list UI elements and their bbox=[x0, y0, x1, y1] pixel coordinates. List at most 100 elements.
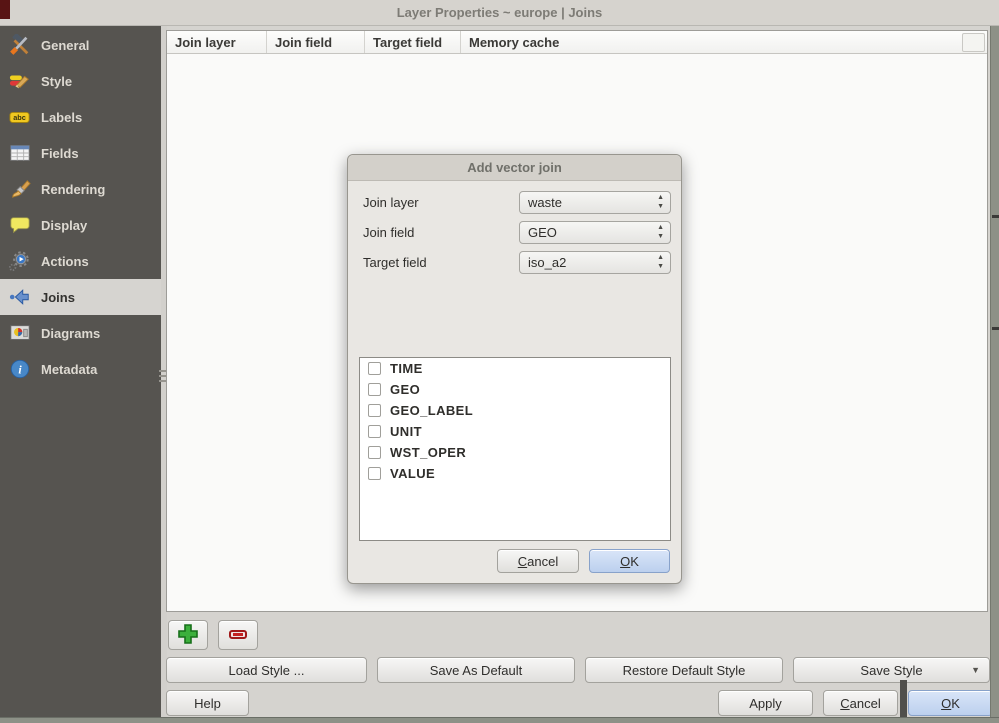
dialog-cancel-button[interactable]: Cancel bbox=[497, 549, 579, 573]
list-item-geo[interactable]: GEO bbox=[360, 379, 670, 400]
minus-icon bbox=[226, 622, 250, 649]
list-item-unit[interactable]: UNIT bbox=[360, 421, 670, 442]
spinner-arrows-icon[interactable]: ▲▼ bbox=[657, 253, 664, 271]
dialog-ok-label: OK bbox=[620, 554, 639, 569]
edge-tick bbox=[992, 215, 999, 218]
checkbox-unchecked-icon[interactable] bbox=[368, 383, 381, 396]
checkbox-unchecked-icon[interactable] bbox=[368, 404, 381, 417]
apply-button[interactable]: Apply bbox=[718, 690, 813, 716]
field-label: GEO bbox=[390, 382, 420, 397]
speech-bubble-icon bbox=[8, 213, 32, 237]
sidebar-item-label: Metadata bbox=[41, 362, 97, 377]
chevron-down-icon[interactable]: ▼ bbox=[971, 665, 980, 675]
cancel-button[interactable]: Cancel bbox=[823, 690, 898, 716]
spinner-arrows-icon[interactable]: ▲▼ bbox=[657, 223, 664, 241]
add-vector-join-dialog: Add vector join Join layer waste ▲▼ Join… bbox=[347, 154, 682, 584]
sidebar-item-label: Joins bbox=[41, 290, 75, 305]
target-field-value: iso_a2 bbox=[528, 255, 566, 270]
list-item-wst-oper[interactable]: WST_OPER bbox=[360, 442, 670, 463]
join-field-combobox[interactable]: GEO ▲▼ bbox=[519, 221, 671, 244]
save-style-label: Save Style bbox=[860, 663, 922, 678]
field-label: VALUE bbox=[390, 466, 435, 481]
edge-tick bbox=[992, 327, 999, 330]
save-as-default-button[interactable]: Save As Default bbox=[377, 657, 575, 683]
column-header-target-field[interactable]: Target field bbox=[365, 31, 461, 53]
sidebar-item-diagrams[interactable]: Diagrams bbox=[0, 315, 161, 351]
save-style-button[interactable]: Save Style ▼ bbox=[793, 657, 990, 683]
ok-button[interactable]: OK bbox=[908, 690, 993, 716]
gears-icon bbox=[8, 249, 32, 273]
svg-text:abc: abc bbox=[13, 113, 26, 122]
remove-join-button[interactable] bbox=[218, 620, 258, 650]
checkbox-unchecked-icon[interactable] bbox=[368, 425, 381, 438]
plus-icon bbox=[176, 622, 200, 649]
join-arrow-icon bbox=[8, 285, 32, 309]
restore-default-style-label: Restore Default Style bbox=[623, 663, 746, 678]
join-layer-value: waste bbox=[528, 195, 562, 210]
sidebar-item-labels[interactable]: abc Labels bbox=[0, 99, 161, 135]
spinner-arrows-icon[interactable]: ▲▼ bbox=[657, 193, 664, 211]
list-item-geo-label[interactable]: GEO_LABEL bbox=[360, 400, 670, 421]
window-titlebar[interactable]: Layer Properties ~ europe | Joins bbox=[0, 0, 999, 26]
join-field-value: GEO bbox=[528, 225, 557, 240]
joined-fields-list[interactable]: TIME GEO GEO_LABEL UNIT WST_OPER VALUE bbox=[359, 357, 671, 541]
info-icon: i bbox=[8, 357, 32, 381]
screen-corner-artifact bbox=[0, 0, 10, 19]
sidebar-item-label: Labels bbox=[41, 110, 82, 125]
abc-label-icon: abc bbox=[8, 105, 32, 129]
layer-properties-window: Layer Properties ~ europe | Joins Genera… bbox=[0, 0, 999, 723]
field-label: WST_OPER bbox=[390, 445, 466, 460]
sidebar-item-label: Style bbox=[41, 74, 72, 89]
column-header-memory-cache[interactable]: Memory cache bbox=[461, 31, 987, 53]
load-style-label: Load Style ... bbox=[229, 663, 305, 678]
sidebar-item-label: Diagrams bbox=[41, 326, 100, 341]
list-item-time[interactable]: TIME bbox=[360, 358, 670, 379]
column-header-join-layer[interactable]: Join layer bbox=[167, 31, 267, 53]
restore-default-style-button[interactable]: Restore Default Style bbox=[585, 657, 783, 683]
dialog-titlebar[interactable]: Add vector join bbox=[348, 155, 681, 181]
join-field-label: Join field bbox=[363, 221, 414, 244]
sidebar-item-rendering[interactable]: Rendering bbox=[0, 171, 161, 207]
cancel-label: Cancel bbox=[840, 696, 880, 711]
target-field-label: Target field bbox=[363, 251, 427, 274]
list-item-value[interactable]: VALUE bbox=[360, 463, 670, 484]
sidebar-item-metadata[interactable]: i Metadata bbox=[0, 351, 161, 387]
sidebar-item-label: Fields bbox=[41, 146, 79, 161]
sidebar-item-actions[interactable]: Actions bbox=[0, 243, 161, 279]
dialog-ok-button[interactable]: OK bbox=[589, 549, 670, 573]
sidebar-item-label: Display bbox=[41, 218, 87, 233]
checkbox-unchecked-icon[interactable] bbox=[368, 446, 381, 459]
ok-label: OK bbox=[941, 696, 960, 711]
save-as-default-label: Save As Default bbox=[430, 663, 523, 678]
load-style-button[interactable]: Load Style ... bbox=[166, 657, 367, 683]
sidebar-item-general[interactable]: General bbox=[0, 27, 161, 63]
screen-right-edge bbox=[990, 26, 999, 723]
sidebar-item-fields[interactable]: Fields bbox=[0, 135, 161, 171]
field-label: UNIT bbox=[390, 424, 422, 439]
sidebar-item-style[interactable]: Style bbox=[0, 63, 161, 99]
sidebar-item-label: General bbox=[41, 38, 89, 53]
checkbox-unchecked-icon[interactable] bbox=[368, 467, 381, 480]
help-button[interactable]: Help bbox=[166, 690, 249, 716]
field-label: TIME bbox=[390, 361, 423, 376]
window-title: Layer Properties ~ europe | Joins bbox=[397, 5, 603, 20]
style-brush-icon bbox=[8, 69, 32, 93]
join-layer-label: Join layer bbox=[363, 191, 419, 214]
sidebar-item-display[interactable]: Display bbox=[0, 207, 161, 243]
sidebar-item-label: Rendering bbox=[41, 182, 105, 197]
add-join-button[interactable] bbox=[168, 620, 208, 650]
diagram-icon bbox=[8, 321, 32, 345]
table-icon bbox=[8, 141, 32, 165]
paintbrush-icon bbox=[8, 177, 32, 201]
sidebar-item-label: Actions bbox=[41, 254, 89, 269]
checkbox-unchecked-icon[interactable] bbox=[368, 362, 381, 375]
dialog-cancel-label: Cancel bbox=[518, 554, 558, 569]
sidebar-item-joins[interactable]: Joins bbox=[0, 279, 161, 315]
field-label: GEO_LABEL bbox=[390, 403, 473, 418]
target-field-combobox[interactable]: iso_a2 ▲▼ bbox=[519, 251, 671, 274]
table-scroll-corner bbox=[962, 33, 985, 52]
tools-icon bbox=[8, 33, 32, 57]
join-layer-combobox[interactable]: waste ▲▼ bbox=[519, 191, 671, 214]
screen-bottom-edge bbox=[0, 717, 999, 723]
column-header-join-field[interactable]: Join field bbox=[267, 31, 365, 53]
